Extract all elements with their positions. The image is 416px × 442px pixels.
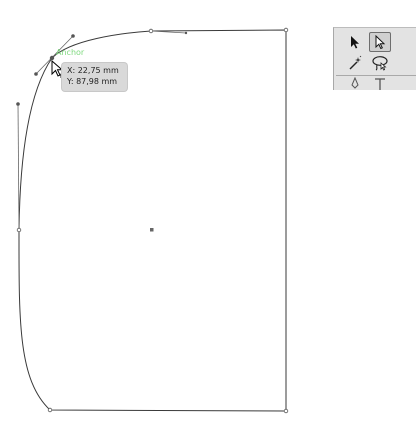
magic-wand-icon bbox=[349, 55, 362, 70]
tool-group-divider bbox=[336, 75, 416, 76]
x-coordinate-readout: X: 22,75 mm bbox=[67, 66, 119, 75]
direction-handle-line bbox=[17, 103, 20, 231]
anchor-point[interactable] bbox=[283, 408, 289, 414]
selection-tool[interactable] bbox=[344, 32, 366, 52]
anchor-point[interactable] bbox=[16, 227, 22, 233]
y-coordinate-readout: Y: 87,98 mm bbox=[67, 77, 118, 86]
direct-selection-tool[interactable] bbox=[369, 32, 391, 52]
anchor-point[interactable] bbox=[283, 27, 289, 33]
direction-point[interactable] bbox=[16, 102, 20, 106]
pen-tool[interactable] bbox=[344, 77, 366, 90]
magic-wand-tool[interactable] bbox=[344, 53, 366, 73]
black-arrow-icon bbox=[351, 35, 359, 48]
direction-point[interactable] bbox=[34, 72, 38, 76]
lasso-icon bbox=[372, 56, 388, 71]
direction-point[interactable] bbox=[71, 34, 75, 38]
pen-icon bbox=[351, 77, 359, 89]
lasso-tool[interactable] bbox=[369, 53, 391, 73]
direction-point[interactable] bbox=[184, 31, 188, 35]
anchor-point[interactable] bbox=[148, 28, 154, 34]
anchor-hint-label: Anchor bbox=[56, 48, 85, 57]
coordinates-tooltip: X: 22,75 mm Y: 87,98 mm bbox=[62, 63, 127, 91]
anchor-point[interactable] bbox=[47, 407, 53, 413]
type-tool[interactable] bbox=[369, 77, 391, 90]
center-point bbox=[150, 228, 154, 232]
type-icon bbox=[375, 78, 385, 90]
tools-panel bbox=[333, 27, 416, 90]
white-arrow-icon bbox=[375, 34, 386, 49]
vector-path[interactable] bbox=[18, 29, 287, 412]
